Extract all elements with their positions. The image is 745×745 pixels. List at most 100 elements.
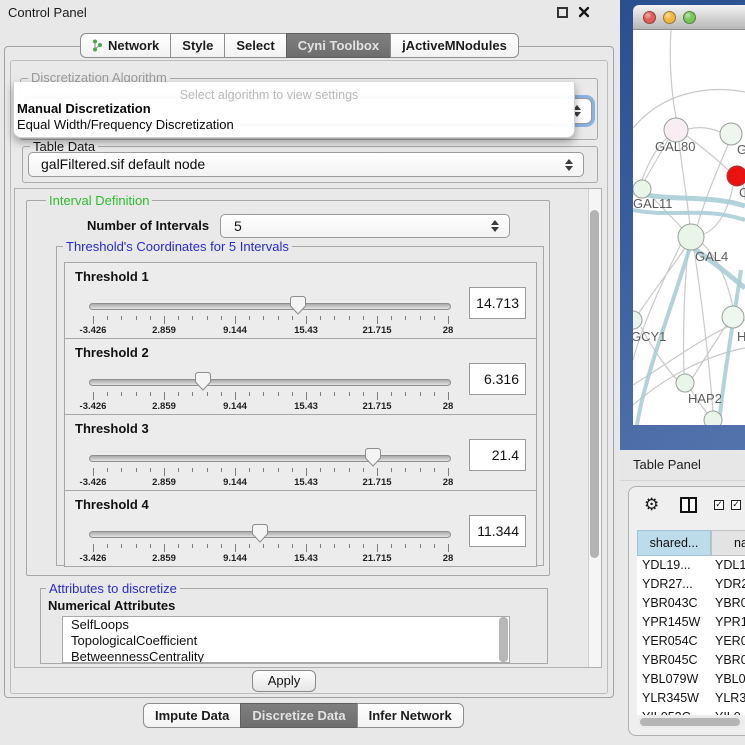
minimize-light-icon[interactable] [663,11,676,24]
columns-icon[interactable] [680,497,697,513]
attribute-item-betweennesscentrality[interactable]: BetweennessCentrality [63,649,509,663]
slider-tick [121,468,122,472]
attribute-item-selfloops[interactable]: SelfLoops [63,617,509,633]
table-row[interactable]: YDL19... YDL1 [637,556,745,575]
cell-name[interactable]: YBL0 [715,670,745,689]
network-node-gal4[interactable] [678,224,704,250]
threshold-1-value-field[interactable]: 14.713 [469,287,526,319]
network-node[interactable] [704,411,722,425]
close-icon[interactable] [578,6,590,18]
slider-tick [391,316,392,320]
threshold-4-value-field[interactable]: 11.344 [469,515,526,547]
network-edge[interactable] [701,186,733,235]
checkbox-icon[interactable]: ✓ [731,500,741,510]
cell-shared-name[interactable]: YIL052C [642,708,691,715]
slider-tick [420,468,421,472]
threshold-1-slider-track[interactable] [89,303,451,310]
cell-name[interactable]: YLR3 [715,689,745,708]
table-row[interactable]: YLR345W YLR3 [637,689,745,708]
cell-name[interactable]: YER0 [715,632,745,651]
threshold-1-slider-thumb[interactable] [290,296,306,315]
threshold-2-slider-track[interactable] [89,379,451,386]
cell-name[interactable]: YDL1 [715,556,745,575]
table-row[interactable]: YBL079W YBL0 [637,670,745,689]
cell-shared-name[interactable]: YDL19... [642,556,691,575]
network-node-label: GA [737,142,745,157]
table-row[interactable]: YBR043C YBR0 [637,594,745,613]
network-edge[interactable] [688,128,720,132]
slider-tick-label: 2.859 [134,477,194,488]
threshold-2-value-field[interactable]: 6.316 [469,363,526,395]
tab-infer-network[interactable]: Infer Network [357,703,464,728]
slider-tick-label: 28 [418,325,478,336]
gear-icon[interactable]: ⚙ [644,495,659,515]
number-of-intervals-value: 5 [234,218,242,234]
slider-tick-label: 2.859 [134,401,194,412]
cell-shared-name[interactable]: YPR145W [642,613,700,632]
cell-shared-name[interactable]: YBR043C [642,594,698,613]
cell-shared-name[interactable]: YLR345W [642,689,699,708]
cell-shared-name[interactable]: YBR045C [642,651,698,670]
threshold-3-value-field[interactable]: 21.4 [469,439,526,471]
cell-shared-name[interactable]: YDR27... [642,575,693,594]
network-edge[interactable] [670,30,676,118]
network-window-titlebar[interactable] [633,5,745,30]
interval-definition-group-title: Interval Definition [46,193,152,208]
cell-name[interactable]: YDR2 [715,575,745,594]
network-edge[interactable] [694,249,713,412]
tab-style[interactable]: Style [170,33,225,58]
cell-shared-name[interactable]: YER054C [642,632,698,651]
tab-discretize-data[interactable]: Discretize Data [240,703,357,728]
tab-network[interactable]: Network [80,33,171,58]
slider-tick [448,468,449,476]
cell-name[interactable]: YIL0 [715,708,741,715]
threshold-2-slider-thumb[interactable] [195,372,211,391]
column-header-name[interactable]: na [711,530,745,556]
column-header-shared-name[interactable]: shared... [637,530,711,556]
network-node-c[interactable] [727,166,745,186]
threshold-3-slider-thumb[interactable] [365,448,381,467]
algorithm-option-manual-discretization[interactable]: Manual Discretization [17,101,151,116]
network-canvas[interactable]: GAL80GACGAL11GAL4GCY1HHAP2 [633,30,745,425]
network-node-h[interactable] [722,306,744,328]
tab-cyni-toolbox[interactable]: Cyni Toolbox [286,33,391,58]
table-body[interactable]: YDL19...YDL1YDR27...YDR2YBR043CYBR0YPR14… [637,556,745,715]
table-data-combobox[interactable]: galFiltered.sif default node [28,152,584,177]
slider-tick [136,544,137,548]
table-row[interactable]: YPR145W YPR1 [637,613,745,632]
number-of-intervals-spinner[interactable]: 5 [220,214,510,238]
vertical-scrollbar-thumb[interactable] [590,210,599,558]
attributes-list-scrollbar-thumb[interactable] [499,617,508,662]
slider-tick [150,544,151,548]
threshold-4-slider-track[interactable] [89,531,451,538]
table-row[interactable]: YER054C YER0 [637,632,745,651]
threshold-3-slider-track[interactable] [89,455,451,462]
network-edge[interactable] [633,90,745,128]
numerical-attributes-list[interactable]: SelfLoopsTopologicalCoefficientBetweenne… [62,616,510,663]
float-window-icon[interactable] [557,7,568,18]
table-row[interactable]: YBR045C YBR0 [637,651,745,670]
threshold-3-label: Threshold 3 [75,421,149,436]
tab-select[interactable]: Select [224,33,286,58]
slider-tick [306,316,307,324]
threshold-4-slider-thumb[interactable] [252,524,268,543]
attribute-item-topologicalcoefficient[interactable]: TopologicalCoefficient [63,633,509,649]
close-light-icon[interactable] [643,11,656,24]
apply-button[interactable]: Apply [252,670,316,692]
horizontal-scrollbar-thumb[interactable] [640,718,740,726]
network-node-gcy1[interactable] [633,311,642,329]
cell-name[interactable]: YBR0 [715,651,745,670]
tab-impute-data[interactable]: Impute Data [143,703,241,728]
cell-name[interactable]: YBR0 [715,594,745,613]
table-row[interactable]: YIL052C YIL0 [637,708,745,715]
network-node-hap2[interactable] [676,374,694,392]
slider-tick [434,392,435,396]
checkbox-icon[interactable]: ✓ [714,500,724,510]
slider-tick-label: -3.426 [63,477,123,488]
algorithm-option-equal-width-frequency-discretization[interactable]: Equal Width/Frequency Discretization [17,117,234,132]
table-row[interactable]: YDR27... YDR2 [637,575,745,594]
tab-jactivemnodules[interactable]: jActiveMNodules [390,33,519,58]
cell-name[interactable]: YPR1 [715,613,745,632]
cell-shared-name[interactable]: YBL079W [642,670,698,689]
zoom-light-icon[interactable] [683,11,696,24]
